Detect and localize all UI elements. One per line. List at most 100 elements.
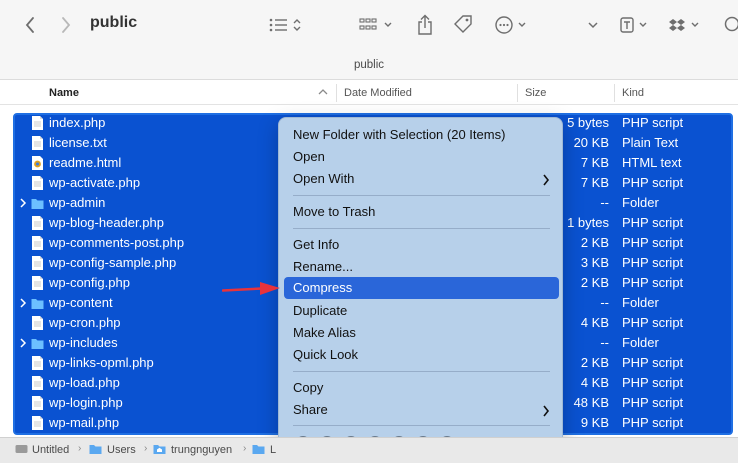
file-name: wp-content xyxy=(49,295,113,310)
menu-item-copy[interactable]: Copy xyxy=(293,380,323,400)
menu-item-get-info[interactable]: Get Info xyxy=(293,237,339,257)
menu-item-open-with[interactable]: Open With xyxy=(293,171,550,191)
document-icon xyxy=(32,276,43,290)
menu-item-open[interactable]: Open xyxy=(293,149,325,169)
menu-item-share[interactable]: Share xyxy=(293,402,550,422)
share-button[interactable] xyxy=(414,12,436,38)
column-divider[interactable] xyxy=(614,84,615,102)
search-button[interactable] xyxy=(722,12,738,38)
file-size: 20 KB xyxy=(573,135,609,150)
toolbar-overflow-button[interactable] xyxy=(586,12,600,38)
breadcrumb-item[interactable]: Users xyxy=(107,444,136,456)
column-divider[interactable] xyxy=(517,84,518,102)
document-icon xyxy=(32,256,43,270)
file-size: -- xyxy=(600,195,609,210)
column-name[interactable]: Name xyxy=(49,87,79,99)
file-size: 48 KB xyxy=(573,395,609,410)
document-icon xyxy=(32,216,43,230)
folder-icon xyxy=(31,339,44,349)
file-kind: PHP script xyxy=(622,115,684,130)
file-kind: PHP script xyxy=(622,235,684,250)
column-kind[interactable]: Kind xyxy=(622,87,644,99)
file-name: index.php xyxy=(49,115,106,130)
breadcrumb-item[interactable]: trungnguyen xyxy=(171,444,232,456)
extension-button[interactable] xyxy=(618,12,652,38)
file-size: 2 KB xyxy=(580,355,609,370)
file-kind: PHP script xyxy=(622,215,684,230)
menu-item-rename[interactable]: Rename... xyxy=(293,259,353,279)
forward-button[interactable] xyxy=(56,12,76,38)
list-view-icon xyxy=(269,18,301,32)
file-name: wp-config-sample.php xyxy=(49,255,177,270)
group-button[interactable] xyxy=(358,12,396,38)
file-size: 5 bytes xyxy=(567,115,609,130)
file-name: wp-includes xyxy=(49,335,118,350)
column-header: Name Date Modified Size Kind xyxy=(0,81,738,105)
file-size: 4 KB xyxy=(580,315,609,330)
grid-icon xyxy=(359,18,392,30)
file-name: wp-config.php xyxy=(49,275,130,290)
chevron-right-icon xyxy=(62,17,71,33)
folder-icon xyxy=(31,299,44,309)
tag-button[interactable] xyxy=(451,12,475,38)
cloud-app-icon xyxy=(620,17,647,33)
disclosure-triangle-icon[interactable] xyxy=(18,337,28,349)
file-name: wp-links-opml.php xyxy=(49,355,154,370)
document-icon xyxy=(32,116,43,130)
view-options-button[interactable] xyxy=(268,12,308,38)
document-icon xyxy=(32,136,43,150)
home-folder-icon xyxy=(153,445,166,454)
context-menu: New Folder with Selection (20 Items) Ope… xyxy=(278,117,563,463)
column-divider[interactable] xyxy=(336,84,337,102)
file-name: wp-cron.php xyxy=(49,315,121,330)
file-kind: PHP script xyxy=(622,175,684,190)
column-size[interactable]: Size xyxy=(525,87,546,99)
file-name: wp-activate.php xyxy=(49,175,141,190)
path-title: public xyxy=(353,59,385,71)
file-kind: PHP script xyxy=(622,415,684,430)
menu-separator xyxy=(293,425,550,426)
sort-ascending-icon[interactable] xyxy=(318,88,328,96)
file-size: 7 KB xyxy=(580,155,609,170)
disclosure-triangle-icon[interactable] xyxy=(18,197,28,209)
document-icon xyxy=(32,176,43,190)
menu-item-move-to-trash[interactable]: Move to Trash xyxy=(293,204,375,224)
menu-item-new-folder-with-selection[interactable]: New Folder with Selection (20 Items) xyxy=(293,127,505,147)
file-kind: Plain Text xyxy=(622,135,679,150)
share-icon xyxy=(418,14,432,35)
file-kind: Folder xyxy=(622,295,659,310)
breadcrumb-item[interactable]: Untitled xyxy=(32,444,69,456)
chevron-down-icon xyxy=(588,22,598,29)
back-button[interactable] xyxy=(20,12,40,38)
menu-item-quick-look[interactable]: Quick Look xyxy=(293,347,358,367)
file-kind: PHP script xyxy=(622,355,684,370)
action-button[interactable] xyxy=(494,12,532,38)
file-size: 1 bytes xyxy=(567,215,609,230)
pointer-arrow-icon xyxy=(222,282,280,295)
file-kind: PHP script xyxy=(622,375,684,390)
document-icon xyxy=(32,416,43,430)
menu-separator xyxy=(293,371,550,372)
column-date-modified[interactable]: Date Modified xyxy=(344,87,412,99)
document-icon xyxy=(32,316,43,330)
dropbox-button[interactable] xyxy=(668,12,704,38)
file-name: readme.html xyxy=(49,155,122,170)
breadcrumb-item[interactable]: L xyxy=(270,444,276,456)
menu-item-compress[interactable]: Compress xyxy=(284,277,559,299)
document-icon xyxy=(32,236,43,250)
breadcrumb-separator: › xyxy=(243,443,247,454)
file-name: wp-mail.php xyxy=(49,415,120,430)
menu-item-share-label: Share xyxy=(293,402,328,417)
search-icon xyxy=(724,16,738,32)
file-name: wp-login.php xyxy=(49,395,123,410)
toolbar: public xyxy=(0,0,738,50)
document-icon xyxy=(32,356,43,370)
file-name: wp-comments-post.php xyxy=(49,235,185,250)
document-icon xyxy=(32,376,43,390)
menu-item-make-alias[interactable]: Make Alias xyxy=(293,325,356,345)
menu-item-duplicate[interactable]: Duplicate xyxy=(293,303,347,323)
disclosure-triangle-icon[interactable] xyxy=(18,297,28,309)
menu-item-open-with-label: Open With xyxy=(293,171,355,186)
file-kind: HTML text xyxy=(622,155,682,170)
file-name: license.txt xyxy=(49,135,107,150)
